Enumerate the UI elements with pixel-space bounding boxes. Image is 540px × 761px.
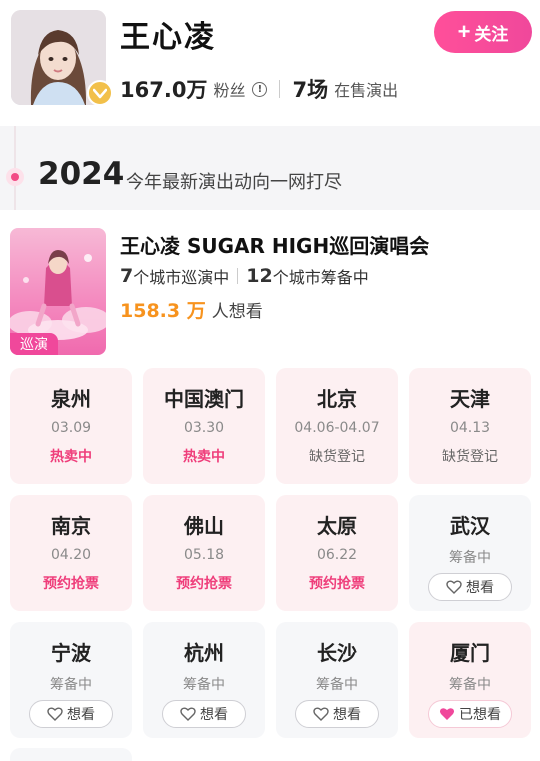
city-name: 长沙 xyxy=(317,641,357,665)
want-count-value: 158.3 万 xyxy=(120,300,206,322)
city-card[interactable]: 泉州 03.09 热卖中 xyxy=(10,368,132,484)
info-circle-icon[interactable]: ! xyxy=(252,81,268,97)
city-date: 05.18 xyxy=(183,547,225,563)
city-grid: 泉州 03.09 热卖中 中国澳门 03.30 热卖中 北京 04.06-04.07 缺货登记天… xyxy=(10,368,532,738)
city-preparing-label: 筹备中 xyxy=(449,550,491,566)
city-name: 北京 xyxy=(317,387,357,411)
want-button[interactable]: 想看 xyxy=(295,700,379,728)
city-card[interactable]: 杭州筹备中想看 xyxy=(143,622,265,738)
city-name: 泉州 xyxy=(51,387,91,411)
city-date: 03.09 xyxy=(50,420,92,436)
want-button[interactable]: 想看 xyxy=(29,700,113,728)
city-card[interactable]: 南京 04.20 预约抢票 xyxy=(10,495,132,611)
city-card[interactable]: 长沙筹备中想看 xyxy=(276,622,398,738)
poster-tag: 巡演 xyxy=(10,333,58,355)
want-button-label: 已想看 xyxy=(459,707,501,723)
preparing-count: 12 xyxy=(246,265,273,287)
heart-icon xyxy=(47,707,63,721)
city-status: 热卖中 xyxy=(50,449,92,465)
city-status: 热卖中 xyxy=(183,449,225,465)
city-status: 缺货登记 xyxy=(442,449,498,465)
city-date: 03.30 xyxy=(183,420,225,436)
want-button[interactable]: 想看 xyxy=(428,573,512,601)
city-date: 06.22 xyxy=(316,547,358,563)
city-name: 宁波 xyxy=(51,641,91,665)
city-date: 04.13 xyxy=(449,420,491,436)
city-name: 天津 xyxy=(450,387,490,411)
city-name: 杭州 xyxy=(184,641,224,665)
follow-button[interactable]: + 关注 xyxy=(434,11,532,53)
city-name: 太原 xyxy=(317,514,357,538)
city-name: 佛山 xyxy=(184,514,224,538)
tour-poster[interactable]: 巡演 xyxy=(10,228,106,355)
shows-count[interactable]: 7场 xyxy=(292,74,328,104)
city-status: 预约抢票 xyxy=(309,576,365,592)
tour-city-counts: 7 个城市巡演中 12 个城市筹备中 xyxy=(120,264,369,288)
year-heading: 2024 xyxy=(38,156,125,192)
city-card[interactable]: 北京 04.06-04.07 缺货登记 xyxy=(276,368,398,484)
city-name: 厦门 xyxy=(450,641,490,665)
heart-icon xyxy=(180,707,196,721)
followers-count: 167.0万 xyxy=(120,78,208,102)
city-card[interactable]: 天津 04.13 缺货登记 xyxy=(409,368,531,484)
want-button-label: 想看 xyxy=(200,707,228,723)
city-preparing-label: 筹备中 xyxy=(183,677,225,693)
city-date: 04.20 xyxy=(50,547,92,563)
plus-icon: + xyxy=(457,19,471,44)
city-card[interactable]: 武汉筹备中想看 xyxy=(409,495,531,611)
heart-icon xyxy=(446,580,462,594)
touring-label: 个城市巡演中 xyxy=(133,268,230,287)
tour-want-count: 158.3 万 人想看 xyxy=(120,296,263,323)
preparing-label: 个城市筹备中 xyxy=(272,268,369,287)
want-button[interactable]: 想看 xyxy=(162,700,246,728)
year-banner: 2024 今年最新演出动向一网打尽 xyxy=(0,126,540,210)
want-button-label: 想看 xyxy=(333,707,361,723)
city-card[interactable]: 中国澳门 03.30 热卖中 xyxy=(143,368,265,484)
wanted-button[interactable]: 已想看 xyxy=(428,700,512,728)
timeline-dot-icon xyxy=(6,168,24,186)
city-card[interactable]: 佛山 05.18 预约抢票 xyxy=(143,495,265,611)
counts-divider xyxy=(237,268,239,284)
partial-city-card xyxy=(10,748,132,761)
city-preparing-label: 筹备中 xyxy=(50,677,92,693)
artist-name: 王心凌 xyxy=(120,20,216,55)
city-card[interactable]: 太原 06.22 预约抢票 xyxy=(276,495,398,611)
city-name: 武汉 xyxy=(450,514,490,538)
city-card[interactable]: 宁波筹备中想看 xyxy=(10,622,132,738)
heart-icon xyxy=(439,707,455,721)
artist-header: 王心凌 + 关注 167.0万 粉丝 ! 7场 在售演出 xyxy=(0,0,540,126)
city-name: 南京 xyxy=(51,514,91,538)
city-status: 预约抢票 xyxy=(43,576,99,592)
artist-stats: 167.0万 粉丝 ! 7场 在售演出 xyxy=(120,74,398,104)
tour-title[interactable]: 王心凌 SUGAR HIGH巡回演唱会 xyxy=(120,230,429,259)
touring-count: 7 xyxy=(120,265,134,287)
follow-label: 关注 xyxy=(474,24,509,44)
want-count-label: 人想看 xyxy=(211,302,263,322)
shows-label[interactable]: 在售演出 xyxy=(334,77,398,101)
heart-icon xyxy=(313,707,329,721)
city-date: 04.06-04.07 xyxy=(294,420,380,436)
want-button-label: 想看 xyxy=(466,580,494,596)
verified-badge-icon xyxy=(87,80,113,106)
city-status: 预约抢票 xyxy=(176,576,232,592)
followers-label: 粉丝 xyxy=(213,81,246,100)
want-button-label: 想看 xyxy=(67,707,95,723)
city-name: 中国澳门 xyxy=(164,387,244,411)
city-card[interactable]: 厦门筹备中已想看 xyxy=(409,622,531,738)
city-preparing-label: 筹备中 xyxy=(449,677,491,693)
year-subtitle: 今年最新演出动向一网打尽 xyxy=(126,172,342,193)
stats-divider xyxy=(279,80,281,98)
city-status: 缺货登记 xyxy=(309,449,365,465)
city-preparing-label: 筹备中 xyxy=(316,677,358,693)
